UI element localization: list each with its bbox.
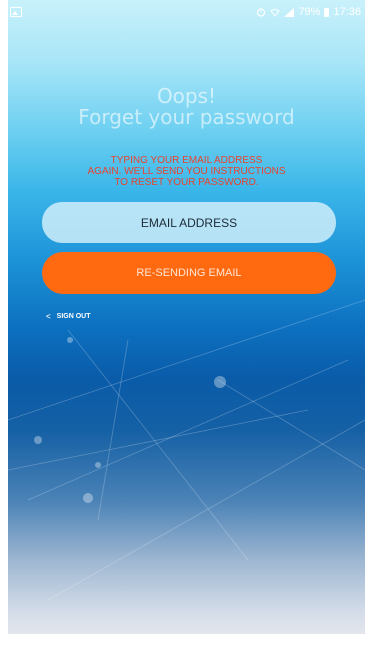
status-indicators: 79% 17:36 (256, 6, 361, 18)
message-line-3: TO RESET YOUR PASSWORD. (114, 177, 259, 188)
title-line-forget-password: Forget your password (78, 105, 295, 129)
alarm-icon (257, 8, 266, 17)
signal-icon (284, 7, 295, 17)
battery-icon (324, 7, 330, 17)
page-title: Oops! Forget your password (8, 86, 365, 127)
gallery-icon (10, 7, 22, 17)
clock-time: 17:36 (333, 6, 361, 18)
sign-out-label: SIGN OUT (56, 313, 91, 320)
sign-out-link[interactable]: < SIGN OUT (46, 312, 91, 321)
title-line-oops: Oops! (156, 84, 217, 108)
chevron-left-icon: < (46, 312, 51, 321)
battery-percent: 79% (298, 6, 321, 18)
resend-email-button[interactable]: RE-SENDING EMAIL (42, 252, 336, 294)
phone-frame: 79% 17:36 Oops! Forget your password TYP… (0, 0, 365, 645)
wifi-icon (270, 8, 281, 17)
message-line-1: TYPING YOUR EMAIL ADDRESS (110, 155, 263, 166)
message-line-2: AGAIN. WE'LL SEND YOU INSTRUCTIONS (87, 166, 286, 177)
forgot-password-screen: 79% 17:36 Oops! Forget your password TYP… (8, 0, 365, 634)
instruction-message: TYPING YOUR EMAIL ADDRESS AGAIN. WE'LL S… (8, 155, 365, 188)
email-field[interactable] (42, 202, 336, 243)
status-bar: 79% 17:36 (8, 0, 365, 24)
